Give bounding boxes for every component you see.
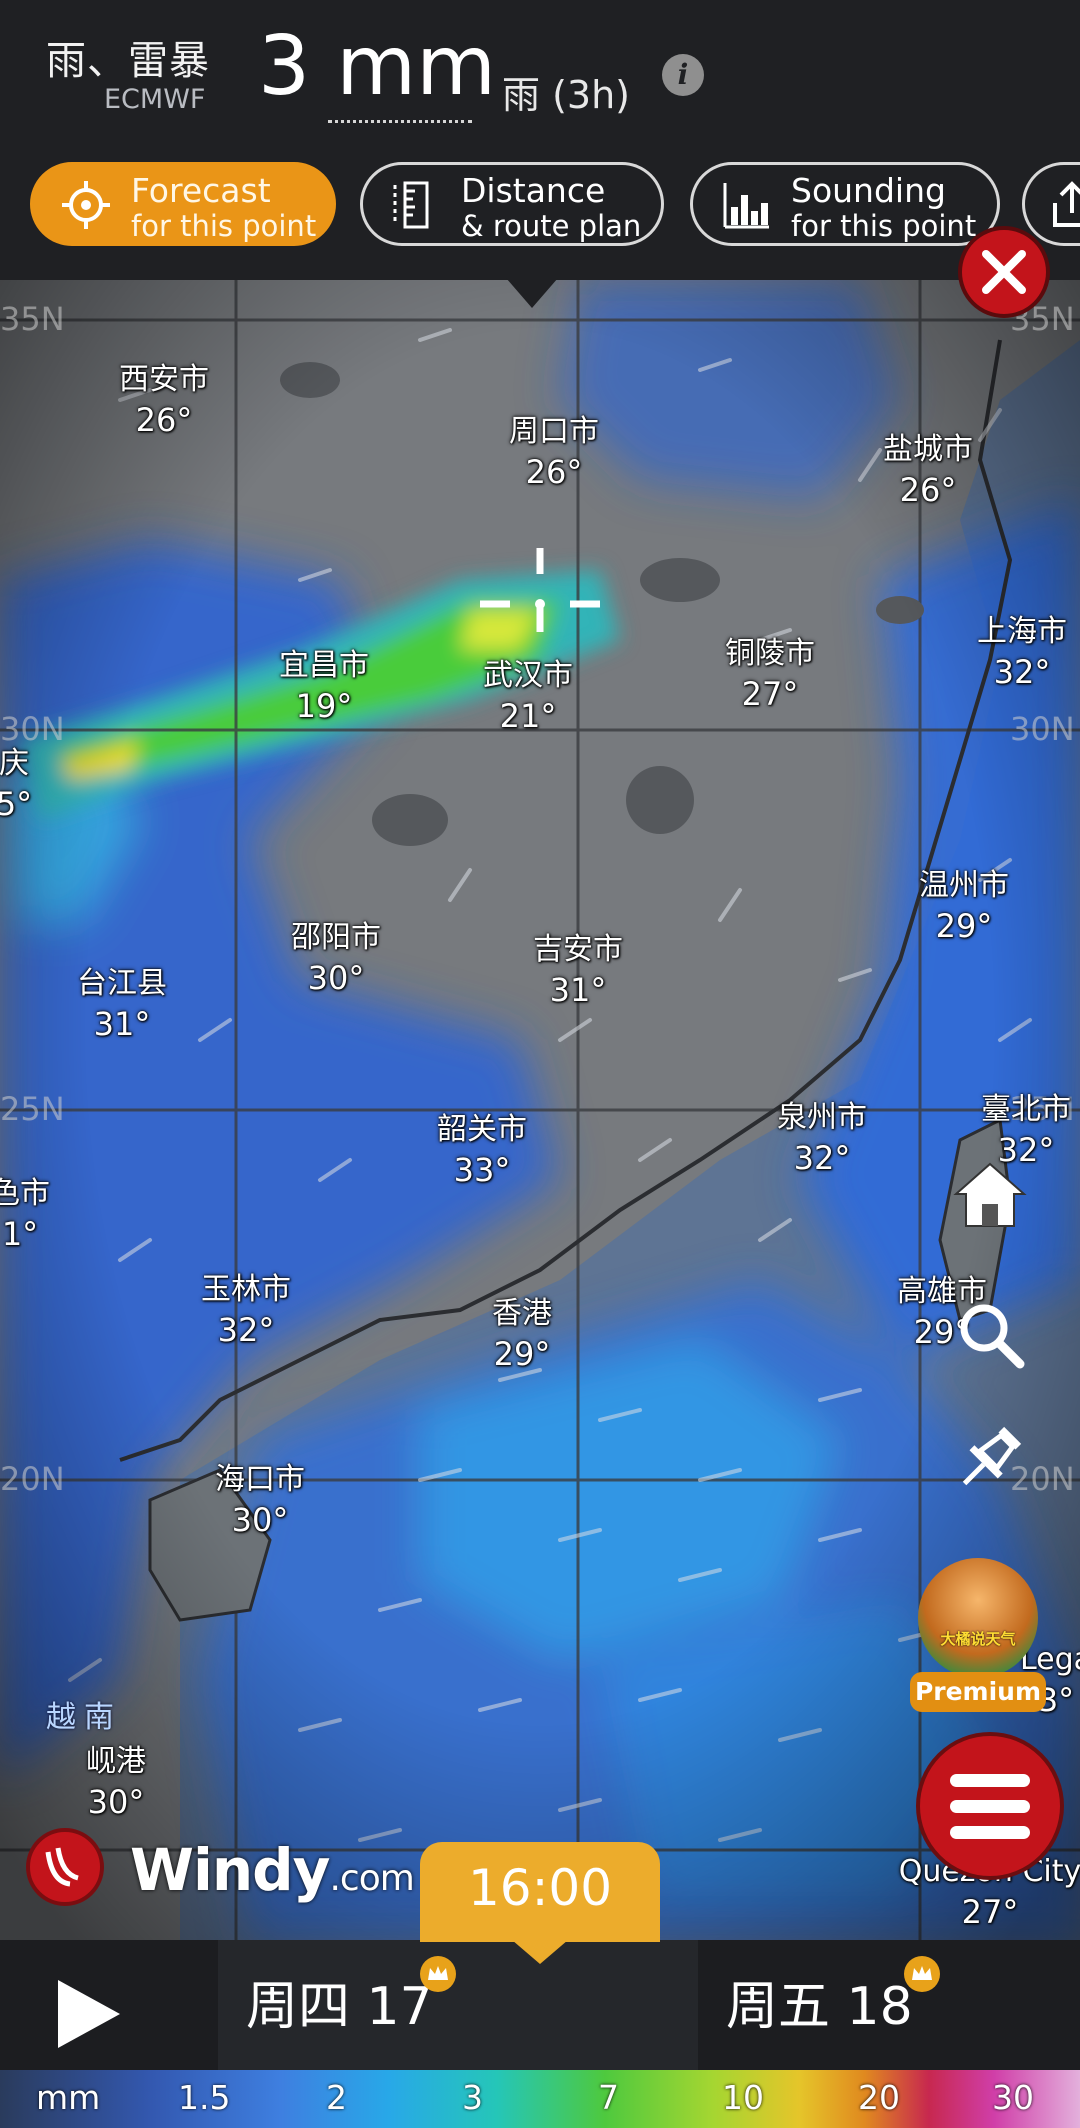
city-label[interactable]: 盐城市 26° bbox=[883, 430, 973, 510]
sounding-sublabel: for this point bbox=[791, 209, 977, 243]
layer-type-label[interactable]: 雨、雷暴 bbox=[46, 28, 210, 86]
premium-crown-icon bbox=[904, 1956, 940, 1992]
legend-value: 1.5 bbox=[178, 2078, 231, 2117]
color-legend[interactable]: mm 1.5 2 3 7 10 20 30 bbox=[0, 2070, 1080, 2128]
rain-period-label: 雨 (3h) bbox=[502, 73, 630, 117]
sounding-label: Sounding bbox=[791, 171, 946, 210]
share-icon bbox=[1053, 181, 1080, 227]
city-label[interactable]: 香港 29° bbox=[492, 1294, 552, 1374]
info-icon[interactable]: i bbox=[662, 54, 704, 96]
lat-label-30n-left: 30N bbox=[0, 710, 65, 748]
city-label[interactable]: 泉州市 32° bbox=[777, 1098, 867, 1178]
city-label[interactable]: 铜陵市 27° bbox=[725, 634, 815, 714]
close-icon bbox=[982, 250, 1026, 294]
legend-value: 30 bbox=[992, 2078, 1034, 2117]
avatar-caption: 大橘说天气 bbox=[940, 1630, 1016, 1648]
city-label[interactable]: 玉林市 32° bbox=[201, 1270, 291, 1350]
menu-button[interactable] bbox=[916, 1732, 1064, 1880]
legend-value: 7 bbox=[598, 2078, 619, 2117]
value-underline bbox=[328, 120, 472, 123]
layer-header: 雨、雷暴 ECMWF 3 mm 雨 (3h) i Forecast for th… bbox=[0, 0, 1080, 280]
city-label[interactable]: 岘港 30° bbox=[86, 1742, 146, 1822]
city-label[interactable]: 宜昌市 19° bbox=[279, 646, 369, 726]
lat-label-35n-left: 35N bbox=[0, 300, 65, 338]
legend-value: 3 bbox=[462, 2078, 483, 2117]
distance-button[interactable]: Distance & route plan bbox=[360, 162, 664, 246]
city-label[interactable]: 庆 5° bbox=[0, 744, 32, 824]
day-label[interactable]: 周五 18 bbox=[726, 1964, 913, 2039]
header-pointer bbox=[506, 278, 558, 308]
city-label[interactable]: 西安市 26° bbox=[119, 360, 209, 440]
lat-label-20n-left: 20N bbox=[0, 1460, 65, 1498]
premium-crown-icon bbox=[420, 1956, 456, 1992]
city-label[interactable]: 上海市 32° bbox=[977, 612, 1067, 692]
home-icon[interactable] bbox=[952, 1160, 1028, 1230]
current-time-marker[interactable]: 16:00 bbox=[420, 1842, 660, 1942]
windy-logo-icon bbox=[26, 1828, 104, 1906]
bar-chart-icon bbox=[723, 183, 769, 229]
city-label[interactable]: 吉安市 31° bbox=[533, 930, 623, 1010]
ruler-icon bbox=[393, 181, 429, 229]
city-label[interactable]: 韶关市 33° bbox=[437, 1110, 527, 1190]
lat-label-25n-left: 25N bbox=[0, 1090, 65, 1128]
forecast-button[interactable]: Forecast for this point bbox=[30, 162, 336, 246]
legend-value: 10 bbox=[722, 2078, 764, 2117]
forecast-label: Forecast bbox=[131, 171, 271, 210]
close-button[interactable] bbox=[958, 226, 1050, 318]
legend-unit: mm bbox=[36, 2078, 101, 2117]
city-label[interactable]: 温州市 29° bbox=[919, 866, 1009, 946]
city-label[interactable]: 邵阳市 30° bbox=[291, 918, 381, 998]
time-pointer bbox=[512, 1940, 568, 1964]
distance-label: Distance bbox=[461, 171, 606, 210]
search-icon[interactable] bbox=[956, 1300, 1026, 1370]
city-label[interactable]: 台江县 31° bbox=[77, 964, 167, 1044]
city-label[interactable]: 武汉市 21° bbox=[483, 656, 573, 736]
premium-badge[interactable]: Premium bbox=[910, 1672, 1046, 1712]
crosshair-icon bbox=[62, 181, 110, 229]
pin-icon[interactable] bbox=[952, 1420, 1028, 1496]
city-label[interactable]: 色市 1° bbox=[0, 1174, 50, 1254]
distance-sublabel: & route plan bbox=[461, 209, 642, 243]
city-label[interactable]: 海口市 30° bbox=[215, 1460, 305, 1540]
forecast-sublabel: for this point bbox=[131, 209, 317, 243]
lat-label-30n-right: 30N bbox=[1010, 710, 1075, 748]
sounding-button[interactable]: Sounding for this point bbox=[690, 162, 1000, 246]
city-label[interactable]: 臺北市 32° bbox=[981, 1090, 1071, 1170]
rain-value[interactable]: 3 mm bbox=[258, 26, 496, 108]
city-label[interactable]: 周口市 26° bbox=[509, 412, 599, 492]
legend-value: 2 bbox=[326, 2078, 347, 2117]
avatar[interactable]: 大橘说天气 bbox=[918, 1558, 1038, 1678]
windy-logo: Windy.com bbox=[130, 1836, 415, 1904]
country-label: 越南 bbox=[46, 1700, 122, 1735]
day-label[interactable]: 周四 17 bbox=[246, 1964, 433, 2039]
timeline[interactable]: 周四 17 周五 18 bbox=[0, 1940, 1080, 2070]
play-icon[interactable] bbox=[54, 1976, 124, 2052]
model-label[interactable]: ECMWF bbox=[104, 84, 205, 115]
legend-value: 20 bbox=[858, 2078, 900, 2117]
